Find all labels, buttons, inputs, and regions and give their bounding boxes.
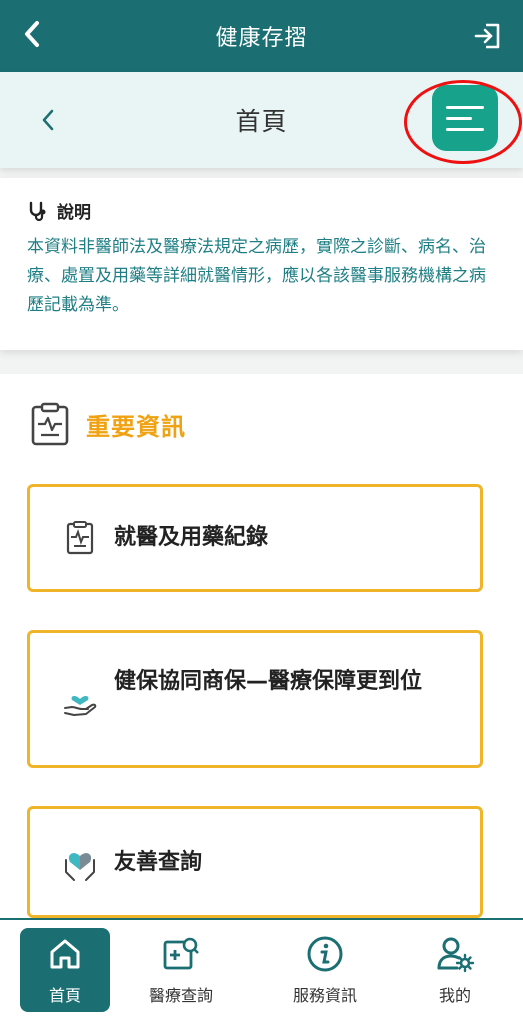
clipboard-pulse-icon [66,521,94,555]
card-friendly-search[interactable]: 友善查詢 [27,806,483,918]
notice-body: 本資料非醫師法及醫療法規定之病歷，實際之診斷、病名、治療、處置及用藥等詳細就醫情… [27,237,486,315]
notice-panel: 說明 本資料非醫師法及醫療法規定之病歷，實際之診斷、病名、治療、處置及用藥等詳細… [0,178,523,350]
nav-my[interactable]: 我的 [410,928,500,1012]
logout-icon [474,23,500,49]
hamburger-line [446,116,472,120]
menu-button[interactable] [432,85,498,151]
chevron-left-icon [25,21,39,47]
hamburger-menu-icon [446,105,484,109]
home-icon [50,939,80,969]
important-info-section: 重要資訊 就醫及用藥紀錄 健保協同商保—醫療保障更到位 友善查詢 [0,374,523,919]
app-title: 健康存摺 [215,26,308,51]
hamburger-line [446,127,484,131]
heart-hands-icon [65,853,95,881]
card-label: 就醫及用藥紀錄 [114,525,269,550]
nav-service-info-label: 服務資訊 [292,986,357,1005]
card-medical-records[interactable]: 就醫及用藥紀錄 [27,484,483,592]
nav-medical-search-label: 醫療查詢 [148,986,213,1005]
section-title-label: 重要資訊 [86,412,186,441]
nav-medical-search[interactable]: 醫療查詢 [136,928,226,1012]
heart-hand-icon [64,696,97,716]
card-label: 友善查詢 [114,850,203,875]
nav-home-label: 首頁 [48,986,81,1005]
nav-service-info[interactable]: 服務資訊 [280,928,370,1012]
medical-search-icon [163,937,199,970]
bottom-navigation: 首頁 醫療查詢 服務資訊 我的 [0,918,523,1018]
logout-button[interactable] [467,16,507,56]
card-insurance-cooperation[interactable]: 健保協同商保—醫療保障更到位 [27,630,483,768]
user-settings-icon [437,937,475,973]
info-icon [307,936,343,972]
nav-my-label: 我的 [438,986,471,1005]
clipboard-pulse-icon [31,402,69,446]
notice-heading-label: 說明 [57,203,91,223]
stethoscope-icon [29,201,46,221]
back-button[interactable] [14,14,50,54]
card-label: 健保協同商保—醫療保障更到位 [114,669,423,694]
section-title: 重要資訊 [30,402,186,446]
notice-heading: 說明 [27,198,496,223]
top-bar: 健康存摺 [0,0,523,72]
nav-home[interactable]: 首頁 [20,928,110,1012]
